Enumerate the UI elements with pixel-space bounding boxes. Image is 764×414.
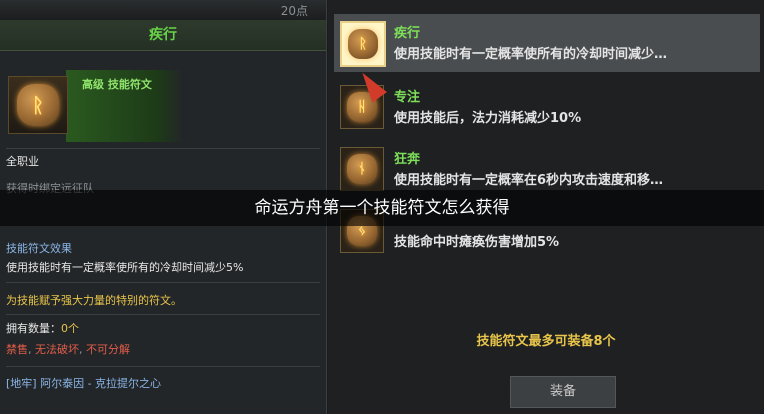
flavor-text: 为技能赋予强大力量的特别的符文。 (6, 294, 182, 307)
divider (6, 148, 320, 149)
rune-icon: ᚱ (340, 21, 386, 67)
rune-name: 狂奔 (394, 152, 421, 167)
rune-icon-frame: ᚱ (8, 76, 68, 134)
rune-name: 疾行 (394, 26, 421, 41)
rune-name: 专注 (394, 90, 421, 105)
rune-slot-focus[interactable]: ᚺ 专注 使用技能后，法力消耗减少10% (334, 78, 760, 136)
max-equip-info: 技能符文最多可装备8个 (476, 334, 616, 349)
restriction-no-dismantle: 不可分解 (86, 343, 130, 356)
rune-desc: 使用技能后，法力消耗减少10% (394, 111, 582, 126)
rune-desc: 使用技能时有一定概率使所有的冷却时间减少… (394, 47, 668, 62)
restrictions: 禁售, 无法破坏, 不可分解 (6, 343, 130, 356)
owned-value: 0个 (61, 322, 79, 335)
divider (6, 314, 320, 315)
caption-overlay: 命运方舟第一个技能符文怎么获得 (0, 190, 764, 226)
equip-button[interactable]: 装备 (510, 376, 616, 408)
rune-desc: 技能命中时瘫痪伤害增加5% (394, 235, 560, 250)
effect-heading: 技能符文效果 (6, 242, 72, 255)
rune-title: 疾行 (0, 20, 326, 51)
rune-desc: 使用技能时有一定概率在6秒内攻击速度和移… (394, 173, 664, 188)
owned-count: 拥有数量：0个 (6, 320, 79, 336)
restriction-no-sale: 禁售 (6, 343, 28, 356)
effect-text: 使用技能时有一定概率使所有的冷却时间减少5% (6, 261, 244, 274)
source-link[interactable]: [地牢] 阿尔泰因 - 克拉提尔之心 (6, 375, 161, 391)
rune-slot-swift[interactable]: ᚱ 疾行 使用技能时有一定概率使所有的冷却时间减少… (334, 14, 760, 72)
rune-icon: ᚱ (17, 84, 59, 126)
class-label: 全职业 (6, 155, 39, 168)
rune-icon: ᚾ (340, 147, 384, 191)
divider (6, 366, 320, 367)
top-strip: 20点 (0, 0, 326, 20)
owned-label: 拥有数量： (6, 322, 61, 335)
divider (6, 282, 320, 283)
top-count: 20点 (280, 4, 308, 18)
caption-text: 命运方舟第一个技能符文怎么获得 (254, 198, 510, 218)
restriction-no-destroy: 无法破坏 (35, 343, 79, 356)
rune-grade: 高级 技能符文 (82, 78, 152, 91)
